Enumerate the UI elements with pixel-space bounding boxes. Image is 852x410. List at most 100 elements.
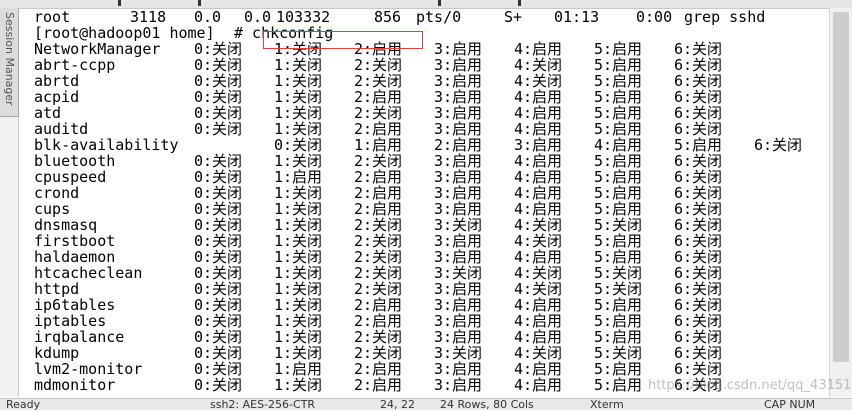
service-name: httpd <box>34 280 80 298</box>
runlevel-5-status: 5:启用 <box>594 312 643 330</box>
runlevel-0-status: 0:关闭 <box>194 360 243 378</box>
runlevel-2-status: 2:启用 <box>354 200 403 218</box>
ps-tty: pts/0 <box>416 9 462 26</box>
status-dimensions: 24 Rows, 80 Cols <box>440 398 534 410</box>
service-name: cups <box>34 200 71 218</box>
runlevel-0-status: 0:关闭 <box>194 328 243 346</box>
runlevel-1-status: 1:关闭 <box>274 248 323 266</box>
runlevel-4-status: 4:启用 <box>594 136 643 154</box>
runlevel-0-status: 0:关闭 <box>194 312 243 330</box>
runlevel-3-status: 3:启用 <box>434 376 483 394</box>
runlevel-2-status: 2:关闭 <box>354 344 403 362</box>
service-row: irqbalance 0:关闭 1:关闭 2:关闭 3:启用 4:启用 5:启用 6:关闭 <box>26 329 826 345</box>
scrollbar-thumb[interactable] <box>833 12 849 362</box>
runlevel-2-status: 2:启用 <box>354 168 403 186</box>
runlevel-0-status: 0:关闭 <box>194 88 243 106</box>
runlevel-3-status: 3:关闭 <box>434 264 483 282</box>
service-row: iptables 0:关闭 1:关闭 2:启用 3:启用 4:启用 5:启用 6:关闭 <box>26 313 826 329</box>
runlevel-2-status: 2:启用 <box>354 312 403 330</box>
session-manager-tab[interactable]: Session Manager <box>0 8 19 117</box>
runlevel-6-status: 6:关闭 <box>674 72 723 90</box>
runlevel-2-status: 2:启用 <box>434 136 483 154</box>
runlevel-2-status: 2:关闭 <box>354 232 403 250</box>
runlevel-1-status: 1:关闭 <box>274 280 323 298</box>
service-name: bluetooth <box>34 152 116 170</box>
runlevel-0-status: 0:关闭 <box>194 248 243 266</box>
runlevel-5-status: 5:启用 <box>594 152 643 170</box>
service-name: acpid <box>34 88 80 106</box>
runlevel-3-status: 3:关闭 <box>434 344 483 362</box>
runlevel-2-status: 2:启用 <box>354 88 403 106</box>
service-row: atd 0:关闭 1:关闭 2:关闭 3:启用 4:启用 5:启用 6:关闭 <box>26 105 826 121</box>
service-row: httpd 0:关闭 1:关闭 2:关闭 3:启用 4:关闭 5:关闭 6:关闭 <box>26 281 826 297</box>
service-name: haldaemon <box>34 248 116 266</box>
top-strip-mark <box>198 0 201 6</box>
status-bar: Ready ssh2: AES-256-CTR 24, 22 24 Rows, … <box>0 398 852 410</box>
runlevel-2-status: 2:关闭 <box>354 248 403 266</box>
runlevel-1-status: 1:关闭 <box>274 88 323 106</box>
runlevel-4-status: 4:关闭 <box>514 56 563 74</box>
runlevel-1-status: 1:关闭 <box>274 264 323 282</box>
terminal-output[interactable]: root 3118 0.0 0.0 103332 856 pts/0 S+ 01… <box>26 9 826 398</box>
runlevel-0-status: 0:关闭 <box>194 376 243 394</box>
runlevel-0-status: 0:关闭 <box>194 72 243 90</box>
runlevel-1-status: 1:启用 <box>274 168 323 186</box>
service-row: NetworkManager 0:关闭 1:关闭 2:启用 3:启用 4:启用 5:启用 6:… <box>26 41 826 57</box>
service-row: cpuspeed 0:关闭 1:启用 2:启用 3:启用 4:启用 5:启用 6:关闭 <box>26 169 826 185</box>
runlevel-3-status: 3:启用 <box>434 72 483 90</box>
runlevel-3-status: 3:启用 <box>434 88 483 106</box>
runlevel-3-status: 3:启用 <box>434 120 483 138</box>
service-row: htcacheclean 0:关闭 1:关闭 2:关闭 3:关闭 4:关闭 5:关闭 6:关闭 <box>26 265 826 281</box>
runlevel-6-status: 6:关闭 <box>674 296 723 314</box>
runlevel-6-status: 6:关闭 <box>674 216 723 234</box>
runlevel-0-status: 0:关闭 <box>194 280 243 298</box>
runlevel-4-status: 4:启用 <box>514 184 563 202</box>
runlevel-3-status: 3:启用 <box>434 104 483 122</box>
service-row: acpid 0:关闭 1:关闭 2:启用 3:启用 4:启用 5:启用 6:关闭 <box>26 89 826 105</box>
runlevel-6-status: 6:关闭 <box>674 88 723 106</box>
runlevel-1-status: 1:关闭 <box>274 296 323 314</box>
runlevel-4-status: 4:关闭 <box>514 216 563 234</box>
runlevel-6-status: 6:关闭 <box>674 184 723 202</box>
runlevel-2-status: 2:关闭 <box>354 104 403 122</box>
vertical-scrollbar[interactable] <box>829 8 852 397</box>
runlevel-4-status: 4:启用 <box>514 360 563 378</box>
runlevel-6-status: 6:关闭 <box>674 200 723 218</box>
runlevel-5-status: 5:启用 <box>594 40 643 58</box>
runlevel-3-status: 3:启用 <box>434 184 483 202</box>
runlevel-4-status: 4:启用 <box>514 88 563 106</box>
runlevel-2-status: 2:启用 <box>354 360 403 378</box>
ps-output-line: root 3118 0.0 0.0 103332 856 pts/0 S+ 01… <box>26 9 826 25</box>
service-name: htcacheclean <box>34 264 143 282</box>
runlevel-3-status: 3:启用 <box>434 168 483 186</box>
runlevel-1-status: 1:启用 <box>274 360 323 378</box>
runlevel-4-status: 4:启用 <box>514 120 563 138</box>
runlevel-4-status: 4:启用 <box>514 152 563 170</box>
window-top-strip <box>0 0 852 9</box>
runlevel-4-status: 4:启用 <box>514 40 563 58</box>
runlevel-5-status: 5:启用 <box>594 248 643 266</box>
service-row: auditd 0:关闭 1:关闭 2:启用 3:启用 4:启用 5:启用 6:关闭 <box>26 121 826 137</box>
runlevel-6-status: 6:关闭 <box>674 40 723 58</box>
runlevel-5-status: 5:启用 <box>594 328 643 346</box>
runlevel-3-status: 3:关闭 <box>434 216 483 234</box>
runlevel-0-status: 0:关闭 <box>194 120 243 138</box>
service-name: auditd <box>34 120 89 138</box>
runlevel-0-status: 0:关闭 <box>194 344 243 362</box>
service-name: firstboot <box>34 232 116 250</box>
runlevel-4-status: 4:关闭 <box>514 72 563 90</box>
top-strip-mark <box>518 0 521 6</box>
runlevel-3-status: 3:启用 <box>434 360 483 378</box>
runlevel-3-status: 3:启用 <box>434 56 483 74</box>
service-row: lvm2-monitor 0:关闭 1:启用 2:启用 3:启用 4:启用 5:启用 6:关闭 <box>26 361 826 377</box>
service-row: kdump 0:关闭 1:关闭 2:关闭 3:关闭 4:关闭 5:关闭 6:关闭 <box>26 345 826 361</box>
runlevel-6-status: 6:关闭 <box>674 328 723 346</box>
ps-user: root <box>34 9 71 26</box>
runlevel-0-status: 0:关闭 <box>194 104 243 122</box>
service-row: abrtd 0:关闭 1:关闭 2:关闭 3:启用 4:关闭 5:启用 6:关闭 <box>26 73 826 89</box>
runlevel-4-status: 4:启用 <box>514 296 563 314</box>
service-name: kdump <box>34 344 80 362</box>
runlevel-0-status: 0:关闭 <box>194 168 243 186</box>
ps-command: grep sshd <box>684 9 766 26</box>
runlevel-2-status: 2:关闭 <box>354 216 403 234</box>
